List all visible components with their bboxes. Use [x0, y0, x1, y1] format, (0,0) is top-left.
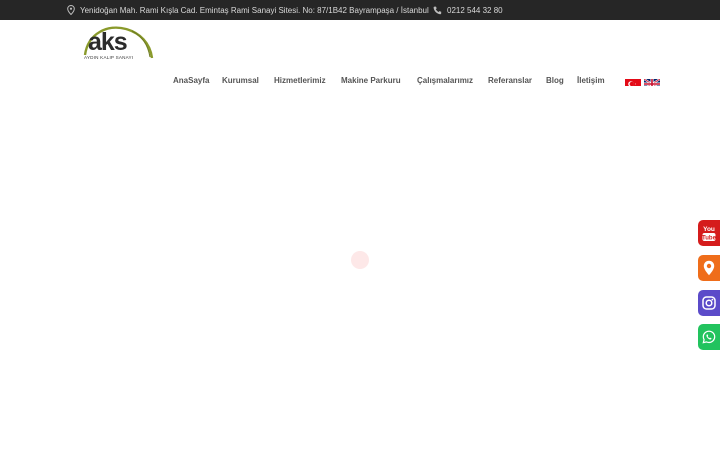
- phone-text: 0212 544 32 80: [447, 5, 503, 15]
- whatsapp-button[interactable]: [698, 324, 720, 350]
- address-text: Yenidoğan Mah. Rami Kışla Cad. Emintaş R…: [80, 5, 429, 15]
- nav-item-makine-parkuru[interactable]: Makine Parkuru: [341, 76, 401, 85]
- nav-item-hizmetlerimiz[interactable]: Hizmetlerimiz: [274, 76, 326, 85]
- logo-tagline: AYDIN KALIP SANAYI: [84, 55, 134, 60]
- top-bar: Yenidoğan Mah. Rami Kışla Cad. Emintaş R…: [0, 0, 720, 20]
- phone-info[interactable]: 0212 544 32 80: [433, 0, 503, 20]
- youtube-button[interactable]: You Tube: [698, 220, 720, 246]
- nav-item-kurumsal[interactable]: Kurumsal: [222, 76, 259, 85]
- address-info: Yenidoğan Mah. Rami Kışla Cad. Emintaş R…: [67, 0, 429, 20]
- nav-item-calismalarimiz[interactable]: Çalışmalarımız: [417, 76, 473, 85]
- location-button[interactable]: [698, 255, 720, 281]
- svg-text:Tube: Tube: [702, 236, 716, 242]
- svg-text:You: You: [703, 226, 715, 233]
- phone-icon: [433, 6, 442, 15]
- whatsapp-icon: [702, 330, 716, 344]
- turkish-flag-icon[interactable]: [625, 76, 641, 86]
- instagram-button[interactable]: [698, 290, 720, 316]
- nav-item-iletisim[interactable]: İletişim: [577, 76, 605, 85]
- site-logo[interactable]: aks AYDIN KALIP SANAYI: [82, 25, 154, 65]
- page-loader: [351, 251, 369, 269]
- nav-item-referanslar[interactable]: Referanslar: [488, 76, 532, 85]
- instagram-icon: [702, 296, 716, 310]
- map-pin-icon: [67, 5, 75, 15]
- nav-item-blog[interactable]: Blog: [546, 76, 564, 85]
- uk-flag-icon[interactable]: [644, 76, 660, 86]
- logo-wordmark: aks: [88, 28, 128, 56]
- location-pin-icon: [703, 260, 715, 276]
- nav-item-anasayfa[interactable]: AnaSayfa: [173, 76, 209, 85]
- youtube-icon: You Tube: [702, 226, 716, 242]
